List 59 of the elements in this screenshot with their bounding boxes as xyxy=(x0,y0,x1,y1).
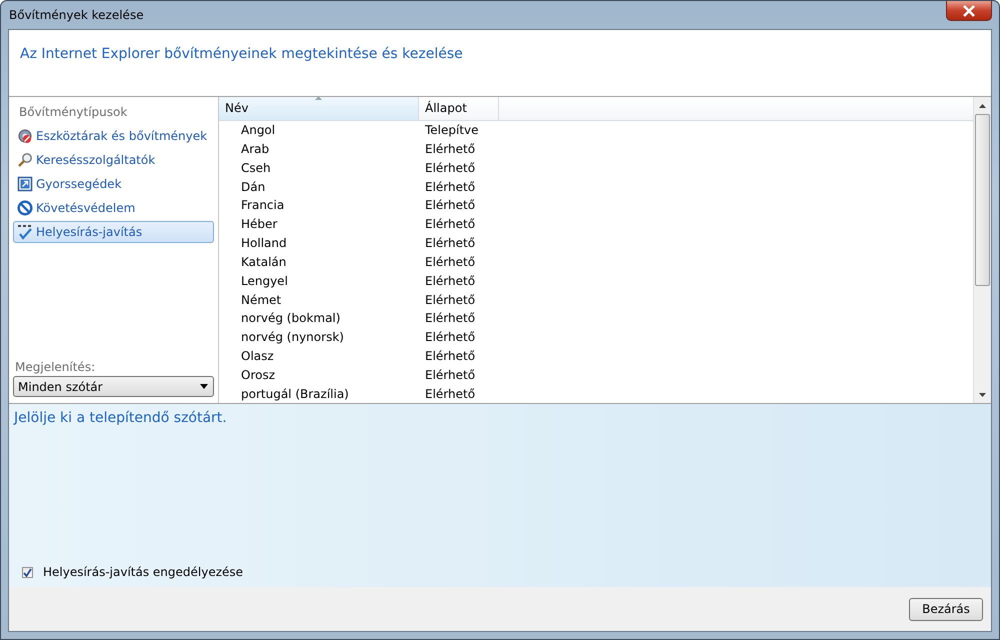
window-title: Bővítmények kezelése xyxy=(8,7,144,22)
table-cell-text: portugál (Brazília) xyxy=(240,386,350,401)
column-header[interactable]: Név xyxy=(219,97,419,120)
sidebar-item[interactable]: Követésvédelem xyxy=(13,197,214,219)
table-cell-text: Francia xyxy=(240,198,286,212)
dropdown-arrow-icon xyxy=(200,384,208,389)
close-button[interactable] xyxy=(946,1,992,21)
table-cell-text: Elérhető xyxy=(424,311,476,326)
show-label: Megjelenítés: xyxy=(15,360,96,374)
table-cell-text: norvég (bokmal) xyxy=(240,311,342,326)
scroll-down-icon xyxy=(979,392,986,396)
sidebar-item[interactable]: Helyesírás-javítás xyxy=(13,221,214,243)
close-dialog-button[interactable]: Bezárás xyxy=(909,598,983,620)
table-cell-text: Cseh xyxy=(240,160,272,175)
table-cell-text: Elérhető xyxy=(424,330,476,344)
table-cell-text: Elérhető xyxy=(424,348,476,363)
table-cell-text: norvég (nynorsk) xyxy=(240,330,345,344)
sidebar-heading: Bővítménytípusok xyxy=(19,105,128,119)
table-cell-text: Elérhető xyxy=(424,198,476,212)
search-icon xyxy=(17,152,33,168)
table-cell-text: Elérhető xyxy=(424,254,476,269)
table-cell-text: Lengyel xyxy=(240,274,289,288)
table-cell-text: Elérhető xyxy=(424,386,476,401)
table-cell-text: Elérhető xyxy=(424,160,476,175)
table-cell-text: Katalán xyxy=(240,254,288,269)
table-cell-text: Angol xyxy=(240,123,276,138)
toolbars-icon xyxy=(17,128,33,144)
checkbox[interactable] xyxy=(22,566,33,578)
table-cell-text: Elérhető xyxy=(424,236,476,250)
scrollbar[interactable] xyxy=(973,97,991,403)
sidebar-item[interactable]: Keresésszolgáltatók xyxy=(13,149,214,171)
check-icon xyxy=(23,568,32,576)
accelerators-icon xyxy=(17,176,33,192)
checkbox-label[interactable]: Helyesírás-javítás engedélyezése xyxy=(43,565,244,579)
table-cell-text: Orosz xyxy=(240,368,276,382)
scroll-up-icon xyxy=(979,104,986,108)
spelling-icon xyxy=(17,224,33,240)
table-cell-text: Telepítve xyxy=(424,123,479,138)
sidebar-item[interactable]: Eszköztárak és bővítmények xyxy=(13,125,214,147)
scroll-thumb[interactable] xyxy=(975,114,990,286)
table-cell-text: Dán xyxy=(240,180,266,194)
table-cell-text: Arab xyxy=(240,142,270,156)
table-cell-text: Elérhető xyxy=(424,142,476,156)
details-message: Jelölje ki a telepítendő szótárt. xyxy=(14,410,228,426)
sidebar-item[interactable]: Gyorssegédek xyxy=(13,173,214,195)
table-cell-text: Német xyxy=(240,292,282,306)
table-cell-text: Olasz xyxy=(240,348,275,363)
table-cell-text: Elérhető xyxy=(424,217,476,232)
table-cell-text: Elérhető xyxy=(424,274,476,288)
table-cell-text: Héber xyxy=(240,217,278,232)
close-icon xyxy=(962,4,976,16)
table-cell-text: Elérhető xyxy=(424,368,476,382)
table-cell-text: Elérhető xyxy=(424,292,476,306)
tracking-icon xyxy=(17,200,33,216)
show-dropdown[interactable]: Minden szótár xyxy=(13,376,214,397)
column-header[interactable]: Állapot xyxy=(419,97,499,120)
header-title: Az Internet Explorer bővítményeinek megtekintése és kezelése xyxy=(20,46,463,62)
table-cell-text: Elérhető xyxy=(424,180,476,194)
table-cell-text: Holland xyxy=(240,236,288,250)
